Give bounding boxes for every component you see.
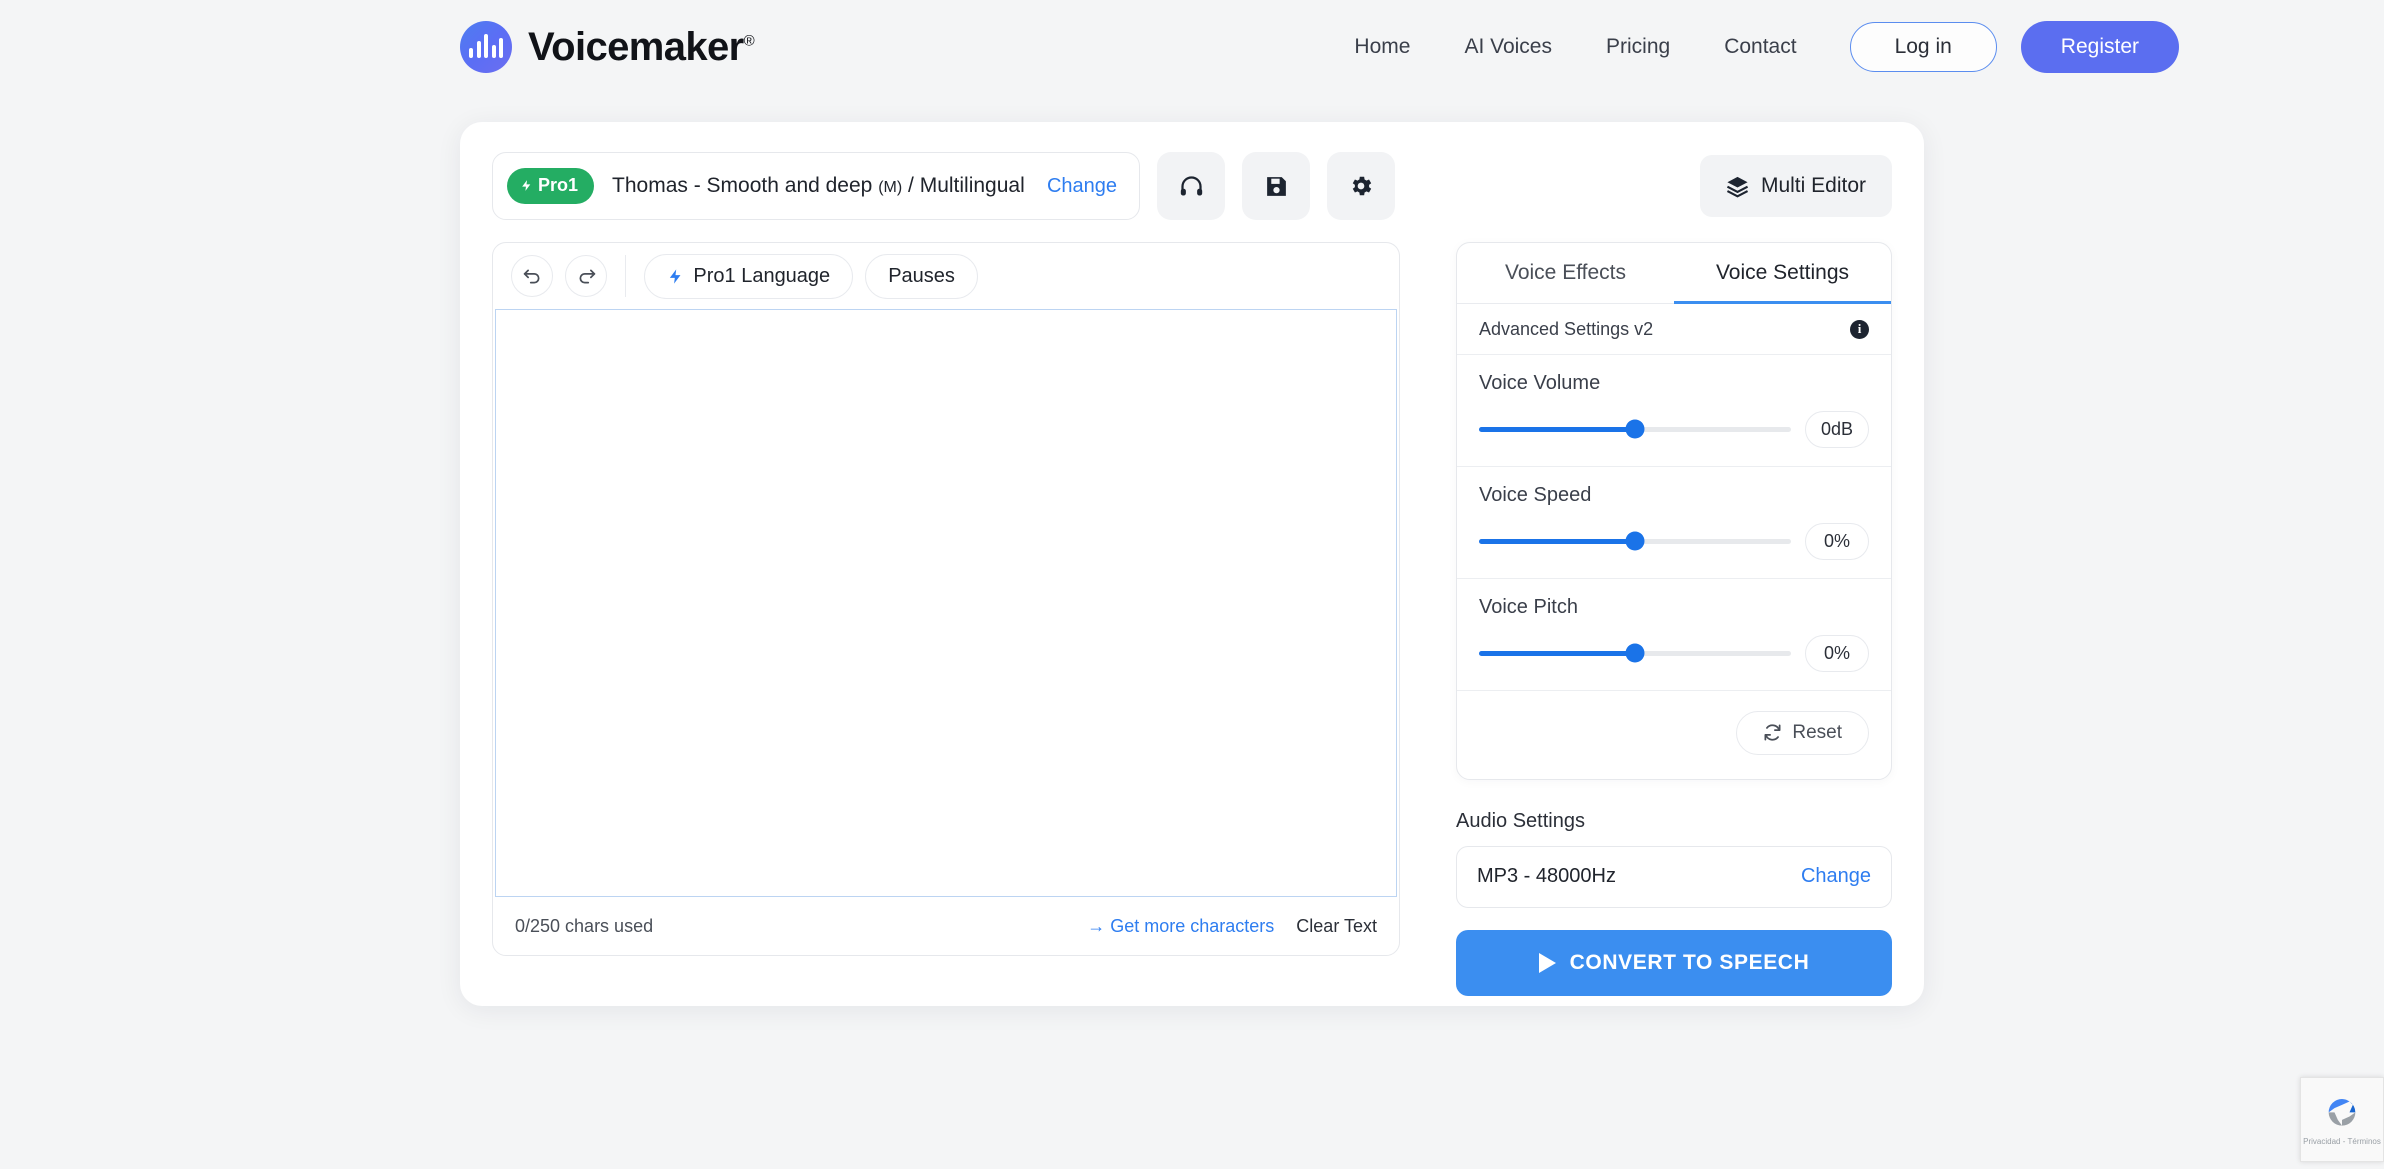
reset-button[interactable]: Reset — [1736, 710, 1869, 755]
waveform-logo-icon — [460, 21, 512, 73]
lightning-bolt-icon — [522, 180, 531, 191]
voice-volume-value[interactable]: 0dB — [1805, 410, 1869, 448]
site-header: Voicemaker® Home AI Voices Pricing Conta… — [0, 0, 2384, 94]
info-icon[interactable]: i — [1850, 319, 1869, 339]
settings-gear-button[interactable] — [1327, 152, 1395, 220]
pro-language-button[interactable]: Pro1 Language — [644, 253, 854, 299]
voice-volume-block: Voice Volume 0dB — [1457, 355, 1891, 467]
recaptcha-icon — [2328, 1098, 2356, 1126]
voice-pitch-row: 0% — [1479, 634, 1869, 672]
convert-label: CONVERT TO SPEECH — [1569, 950, 1810, 974]
get-more-characters-link[interactable]: → Get more characters — [1087, 916, 1274, 937]
layers-icon — [1726, 176, 1749, 197]
voice-speed-value[interactable]: 0% — [1805, 522, 1869, 560]
convert-to-speech-button[interactable]: CONVERT TO SPEECH — [1456, 929, 1892, 996]
audio-format-box: MP3 - 48000Hz Change — [1456, 845, 1892, 908]
arrow-right-icon: → — [1087, 915, 1106, 936]
voice-name: Thomas - Smooth and deep (M) / Multiling… — [612, 174, 1025, 197]
settings-tabs: Voice Effects Voice Settings — [1457, 243, 1891, 304]
voice-volume-label: Voice Volume — [1479, 371, 1601, 394]
voice-pitch-slider[interactable] — [1479, 643, 1791, 663]
tab-voice-settings[interactable]: Voice Settings — [1674, 243, 1891, 304]
voice-settings-card: Voice Effects Voice Settings Advanced Se… — [1456, 242, 1892, 780]
voice-speed-fill — [1479, 538, 1635, 544]
pauses-label: Pauses — [888, 264, 955, 287]
reset-label: Reset — [1792, 721, 1842, 743]
nav-home[interactable]: Home — [1327, 35, 1437, 59]
gear-icon — [1352, 176, 1372, 196]
undo-icon — [523, 269, 539, 283]
change-voice-link[interactable]: Change — [1047, 175, 1117, 198]
voice-speed-block: Voice Speed 0% — [1457, 467, 1891, 579]
tab-voice-effects[interactable]: Voice Effects — [1457, 243, 1674, 304]
editor-toolbar: Pro1 Language Pauses — [493, 243, 1399, 309]
voice-language: / Multilingual — [908, 174, 1025, 197]
text-editor: Pro1 Language Pauses 0/250 chars used → … — [492, 242, 1400, 956]
multi-editor-button[interactable]: Multi Editor — [1699, 155, 1892, 217]
undo-button[interactable] — [511, 255, 553, 297]
main-nav: Home AI Voices Pricing Contact Log in Re… — [1327, 21, 2384, 73]
advanced-settings-label: Advanced Settings v2 — [1479, 318, 1654, 339]
editor-footer-actions: → Get more characters Clear Text — [1087, 916, 1377, 937]
voice-pitch-fill — [1479, 650, 1635, 656]
save-icon — [1266, 176, 1286, 196]
audio-settings-title: Audio Settings — [1456, 809, 1585, 832]
lightning-bolt-icon — [670, 268, 681, 284]
refresh-icon — [1764, 724, 1781, 741]
audio-format-value: MP3 - 48000Hz — [1477, 865, 1616, 887]
main-card: Pro1 Thomas - Smooth and deep (M) / Mult… — [460, 122, 1924, 1006]
voice-speed-slider[interactable] — [1479, 531, 1791, 551]
redo-button[interactable] — [565, 255, 607, 297]
voice-pitch-label: Voice Pitch — [1479, 595, 1578, 618]
headphones-button[interactable] — [1157, 152, 1225, 220]
voice-pitch-thumb[interactable] — [1625, 643, 1645, 663]
register-button[interactable]: Register — [2020, 21, 2179, 73]
brand-logo[interactable]: Voicemaker® — [460, 21, 755, 73]
voice-speed-row: 0% — [1479, 522, 1869, 560]
nav-ai-voices[interactable]: AI Voices — [1437, 35, 1579, 59]
card-toolbar: Pro1 Thomas - Smooth and deep (M) / Mult… — [492, 152, 1892, 220]
voice-pitch-value[interactable]: 0% — [1805, 634, 1869, 672]
headphones-icon — [1180, 175, 1202, 195]
multi-editor-label: Multi Editor — [1760, 174, 1866, 197]
brand-name: Voicemaker® — [528, 25, 755, 69]
voice-gender: (M) — [878, 179, 903, 196]
reset-row: Reset — [1457, 691, 1891, 779]
voice-volume-row: 0dB — [1479, 410, 1869, 448]
pro-language-label: Pro1 Language — [693, 264, 831, 287]
save-button[interactable] — [1242, 152, 1310, 220]
voice-speed-label: Voice Speed — [1479, 483, 1592, 506]
side-panel: Voice Effects Voice Settings Advanced Se… — [1456, 242, 1892, 996]
voice-selector-bar[interactable]: Pro1 Thomas - Smooth and deep (M) / Mult… — [492, 152, 1140, 220]
chars-used-label: 0/250 chars used — [515, 915, 654, 936]
login-button[interactable]: Log in — [1849, 22, 1997, 72]
pro-badge-label: Pro1 — [538, 175, 579, 195]
nav-pricing[interactable]: Pricing — [1579, 35, 1697, 59]
pauses-button[interactable]: Pauses — [865, 253, 978, 299]
voice-volume-fill — [1479, 426, 1635, 432]
registered-mark: ® — [743, 32, 755, 50]
change-audio-link[interactable]: Change — [1801, 865, 1871, 888]
pro-badge: Pro1 — [507, 168, 595, 204]
recaptcha-legal: Privacidad - Términos — [2303, 1136, 2381, 1146]
toolbar-divider — [625, 255, 627, 297]
voice-volume-thumb[interactable] — [1625, 419, 1645, 439]
text-input-area[interactable] — [495, 309, 1397, 897]
recaptcha-badge[interactable]: Privacidad - Términos — [2300, 1077, 2384, 1162]
play-icon — [1538, 952, 1556, 973]
nav-contact[interactable]: Contact — [1697, 35, 1823, 59]
redo-icon — [579, 269, 595, 283]
voice-volume-slider[interactable] — [1479, 419, 1791, 439]
clear-text-button[interactable]: Clear Text — [1296, 916, 1377, 937]
advanced-settings-row: Advanced Settings v2 i — [1457, 304, 1891, 355]
voice-pitch-block: Voice Pitch 0% — [1457, 579, 1891, 691]
voice-speed-thumb[interactable] — [1625, 531, 1645, 551]
editor-footer: 0/250 chars used → Get more characters C… — [493, 897, 1399, 955]
